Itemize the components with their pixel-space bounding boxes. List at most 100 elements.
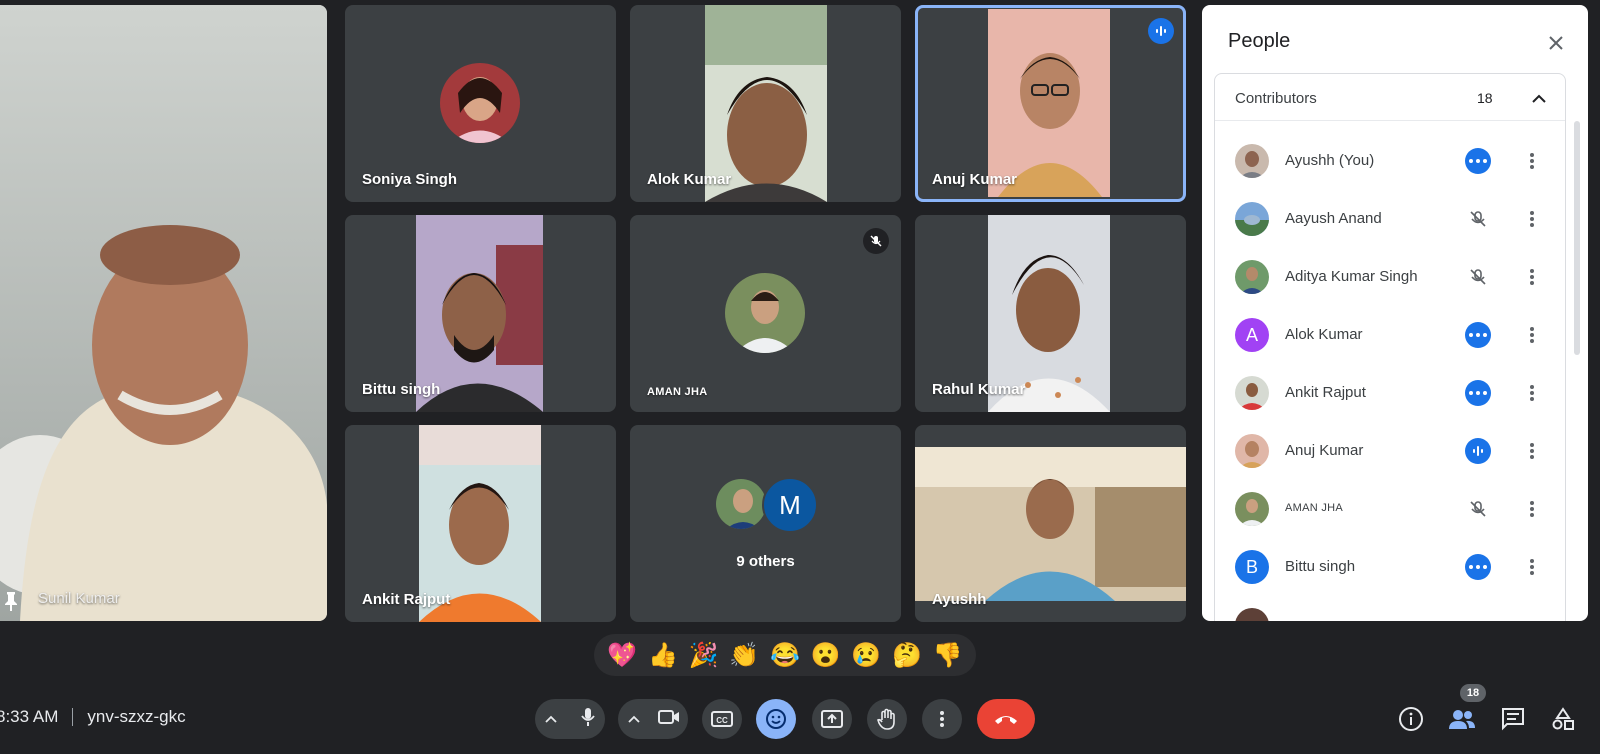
avatar — [1235, 608, 1269, 621]
participant-name: Bittu singh — [362, 381, 441, 398]
more-options-icon[interactable] — [1465, 322, 1491, 348]
closed-captions-icon: CC — [711, 711, 733, 727]
avatar — [1235, 202, 1269, 236]
reaction-joy[interactable]: 😂 — [767, 641, 803, 670]
present-icon — [821, 710, 843, 728]
list-item[interactable]: A Alok Kumar — [1215, 306, 1565, 364]
leave-call-button[interactable] — [977, 699, 1035, 739]
video-tile-ankit[interactable]: Ankit Rajput — [345, 425, 616, 622]
video-tile-soniya[interactable]: Soniya Singh — [345, 5, 616, 202]
participant-name: Alok Kumar — [647, 171, 732, 188]
divider — [72, 708, 74, 726]
avatar-initial: B — [1235, 550, 1269, 584]
reaction-thumbs-down[interactable]: 👎 — [930, 641, 966, 670]
avatar — [1235, 434, 1269, 468]
more-vert-icon[interactable] — [1519, 496, 1545, 522]
chevron-up-icon[interactable] — [628, 710, 640, 728]
divider — [1215, 120, 1565, 121]
reaction-crying[interactable]: 😢 — [848, 641, 884, 670]
list-item[interactable]: Anuj Kumar — [1215, 422, 1565, 480]
mic-off-icon — [1465, 206, 1491, 232]
avatar — [1235, 492, 1269, 526]
reaction-sparkling-heart[interactable]: 💖 — [604, 641, 640, 670]
reaction-thumbs-up[interactable]: 👍 — [645, 641, 681, 670]
captions-button[interactable]: CC — [702, 699, 742, 739]
list-item[interactable]: Aditya Kumar Singh — [1215, 248, 1565, 306]
others-count-label: 9 others — [736, 553, 795, 570]
list-item[interactable]: AMAN JHA — [1215, 480, 1565, 538]
panel-title: People — [1228, 30, 1291, 52]
mic-off-icon — [1465, 496, 1491, 522]
member-name: Bittu singh — [1285, 558, 1356, 575]
more-options-icon[interactable] — [1465, 554, 1491, 580]
more-vert-icon[interactable] — [1519, 438, 1545, 464]
member-name: Ankit Rajput — [1285, 384, 1366, 401]
video-tile-sunil[interactable]: Sunil Kumar — [0, 5, 327, 621]
video-tile-others[interactable]: M 9 others — [630, 425, 901, 622]
more-vert-icon[interactable] — [1519, 322, 1545, 348]
more-options-icon[interactable] — [1465, 148, 1491, 174]
participant-name: Anuj Kumar — [932, 171, 1018, 188]
member-name: Aditya Kumar Singh — [1285, 268, 1418, 285]
member-name: Aayush Anand — [1285, 210, 1382, 227]
pin-icon[interactable] — [4, 591, 18, 611]
reaction-thinking[interactable]: 🤔 — [889, 641, 925, 670]
microphone-icon[interactable] — [579, 707, 597, 732]
avatar — [440, 63, 520, 143]
group-label: Contributors — [1235, 90, 1317, 107]
people-icon[interactable] — [1447, 704, 1477, 734]
list-item[interactable]: Aayush Anand — [1215, 190, 1565, 248]
hand-icon — [877, 708, 895, 730]
participant-name: Rahul Kumar — [932, 381, 1026, 398]
avatar — [1235, 144, 1269, 178]
avatar: M — [762, 477, 818, 533]
reactions-bar: 💖 👍 🎉 👏 😂 😮 😢 🤔 👎 — [594, 634, 976, 676]
more-vert-icon[interactable] — [1519, 380, 1545, 406]
video-tile-ayushh[interactable]: Ayushh — [915, 425, 1186, 622]
avatar — [725, 273, 805, 353]
chevron-up-icon[interactable] — [1527, 86, 1551, 110]
scrollbar[interactable] — [1574, 121, 1580, 355]
speaking-indicator-icon — [1465, 438, 1491, 464]
close-icon[interactable] — [1540, 27, 1572, 59]
avatar — [1235, 260, 1269, 294]
present-screen-button[interactable] — [812, 699, 852, 739]
video-tile-bittu[interactable]: Bittu singh — [345, 215, 616, 412]
list-item[interactable]: B Bittu singh — [1215, 538, 1565, 596]
avatar — [1235, 376, 1269, 410]
video-tile-alok[interactable]: Alok Kumar — [630, 5, 901, 202]
avatar-initial: A — [1235, 318, 1269, 352]
reaction-party-popper[interactable]: 🎉 — [686, 641, 722, 670]
more-options-button[interactable] — [922, 699, 962, 739]
video-camera-icon[interactable] — [658, 709, 680, 730]
video-tile-rahul[interactable]: Rahul Kumar — [915, 215, 1186, 412]
member-name: Alok Kumar — [1285, 326, 1363, 343]
meeting-details-icon[interactable] — [1396, 704, 1426, 734]
list-item[interactable]: Ankit Rajput — [1215, 364, 1565, 422]
more-vert-icon[interactable] — [1519, 554, 1545, 580]
chevron-up-icon[interactable] — [545, 710, 557, 728]
reactions-button[interactable] — [756, 699, 796, 739]
video-tile-anuj[interactable]: Anuj Kumar — [915, 5, 1186, 202]
avatar — [714, 477, 768, 531]
participant-name: Sunil Kumar — [38, 590, 120, 607]
more-vert-icon[interactable] — [1519, 148, 1545, 174]
camera-control[interactable] — [618, 699, 688, 739]
reaction-surprised[interactable]: 😮 — [808, 641, 844, 670]
video-tile-aman[interactable]: AMAN JHA — [630, 215, 901, 412]
more-options-icon[interactable] — [1465, 380, 1491, 406]
raise-hand-button[interactable] — [867, 699, 907, 739]
member-name: Anuj Kumar — [1285, 442, 1364, 459]
more-vert-icon[interactable] — [1519, 264, 1545, 290]
contributors-group: Contributors 18 Ayushh (You) Aayush Anan… — [1214, 73, 1566, 621]
reaction-clapping[interactable]: 👏 — [726, 641, 762, 670]
meeting-info: 8:33 AM ynv-szxz-gkc — [0, 707, 186, 727]
svg-text:CC: CC — [716, 716, 728, 725]
more-vert-icon[interactable] — [1519, 206, 1545, 232]
chat-icon[interactable] — [1498, 704, 1528, 734]
list-item[interactable]: Ayushh (You) — [1215, 132, 1565, 190]
participant-name: AMAN JHA — [647, 386, 708, 398]
mic-off-icon — [1465, 264, 1491, 290]
microphone-control[interactable] — [535, 699, 605, 739]
activities-icon[interactable] — [1548, 704, 1578, 734]
